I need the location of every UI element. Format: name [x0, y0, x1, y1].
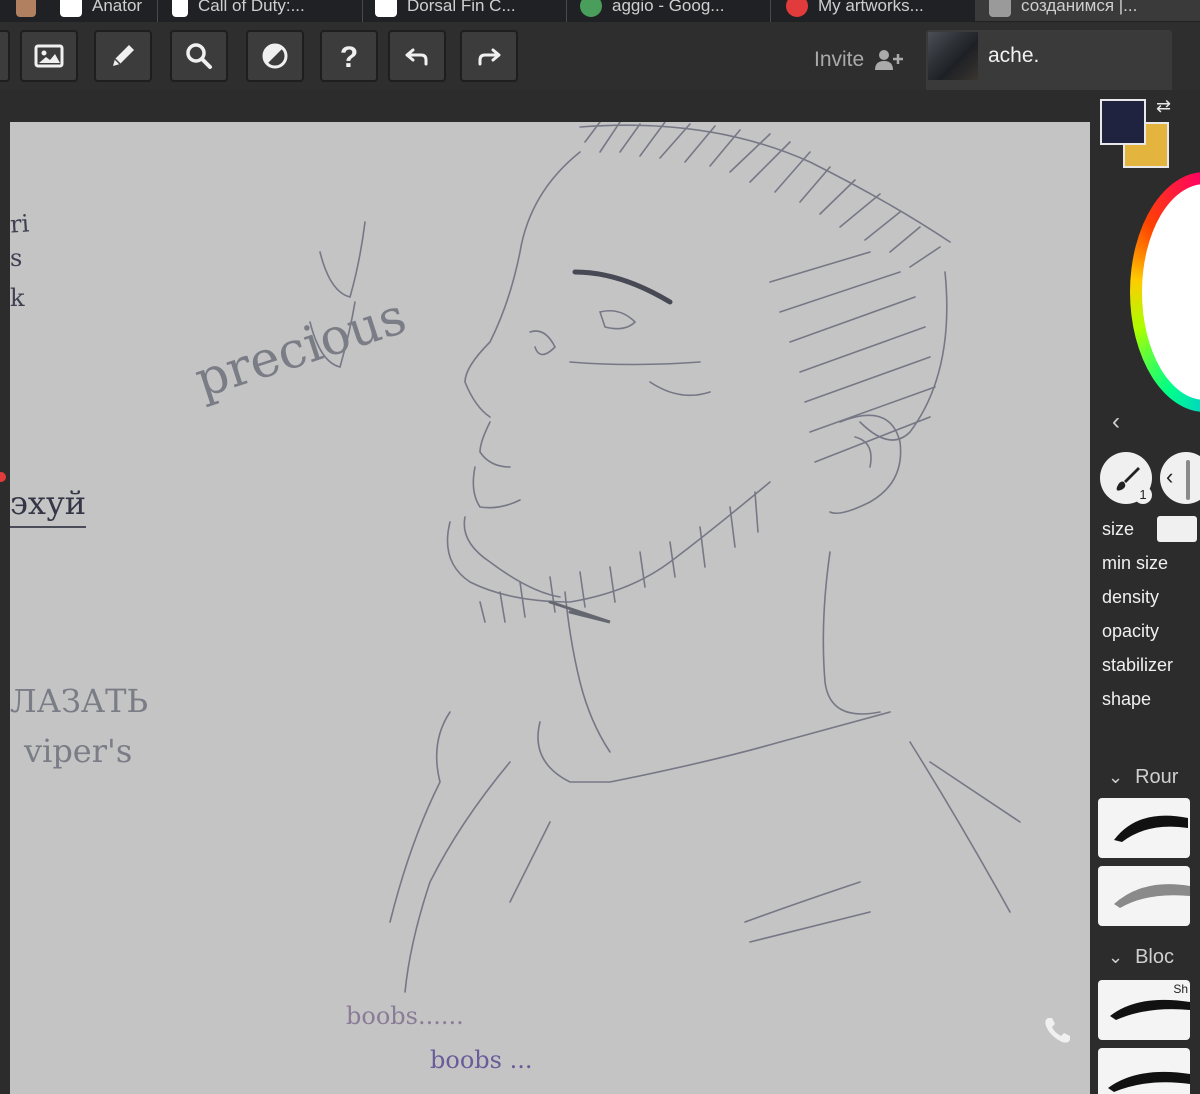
- tab-favicon: [989, 0, 1011, 17]
- avatar: [928, 32, 978, 80]
- tab-favicon: [375, 0, 397, 17]
- redo-button[interactable]: [460, 30, 518, 82]
- size-slider[interactable]: [1157, 516, 1197, 542]
- brush-group-round[interactable]: ⌄ Rour: [1108, 766, 1178, 789]
- image-icon: [34, 44, 64, 68]
- prop-size: size: [1102, 519, 1135, 539]
- tab-label: My artworks...: [818, 0, 924, 15]
- canvas-text-fragment: s: [10, 244, 23, 272]
- tool-panel: ⇄ ‹ 1 ‹ size min size density opacity st…: [1090, 90, 1200, 1094]
- prop-density: density: [1102, 587, 1160, 607]
- tab-divider: [157, 0, 158, 22]
- canvas-text-fragment: k: [10, 284, 25, 312]
- help-icon: ?: [340, 41, 358, 72]
- undo-button[interactable]: [388, 30, 446, 82]
- add-user-icon: [875, 50, 904, 70]
- brush-group-label: Rour: [1135, 766, 1179, 788]
- primary-color-swatch[interactable]: [1100, 99, 1146, 145]
- pencil-button[interactable]: [94, 30, 152, 82]
- color-wheel-center: [1142, 184, 1200, 400]
- tab-favicon: [16, 0, 36, 17]
- tab-favicon: [786, 0, 808, 17]
- canvas-text-fragment: ri: [10, 209, 31, 239]
- tab-favicon: [580, 0, 602, 17]
- tab-active[interactable]: созданимся |...: [975, 0, 1200, 21]
- canvas-text-boobs: boobs ...: [430, 1046, 533, 1074]
- brush-group-block[interactable]: ⌄ Bloc: [1108, 946, 1174, 969]
- tab-call-of-duty[interactable]: Call of Duty:...: [172, 0, 305, 21]
- invite-label: Invite: [814, 48, 865, 71]
- undo-icon: [405, 48, 428, 66]
- brush-preset[interactable]: [1098, 1048, 1190, 1094]
- canvas-text-cyrillic: эхуй: [10, 484, 87, 528]
- canvas-top-bar: [0, 90, 1090, 122]
- tab-divider: [362, 0, 363, 22]
- canvas-text-cyrillic: ЛАЗАТЬ: [10, 682, 149, 720]
- tab-label: Call of Duty:...: [198, 0, 305, 15]
- tab-label: Dorsal Fin C...: [407, 0, 516, 15]
- drawing-canvas[interactable]: ri s k precious эхуй ЛАЗАТЬ viper's boob…: [10, 122, 1090, 1094]
- svg-text:?: ?: [340, 41, 358, 72]
- user-name: ache.: [988, 44, 1040, 67]
- sketch-artwork: [309, 122, 1021, 993]
- tab-label: созданимся |...: [1021, 0, 1138, 15]
- brush-stroke-preview: [1108, 1071, 1190, 1092]
- tab-dorsal-fin[interactable]: Dorsal Fin C...: [375, 0, 516, 21]
- chevron-left-icon[interactable]: ‹: [1112, 408, 1120, 436]
- brush-stroke-preview: [1114, 884, 1190, 908]
- brush-preset[interactable]: Sh: [1098, 980, 1190, 1040]
- chevron-down-icon: ⌄: [1108, 767, 1124, 787]
- redo-icon: [478, 48, 501, 66]
- swap-colors-icon[interactable]: ⇄: [1156, 96, 1171, 117]
- call-button[interactable]: [1040, 1014, 1074, 1048]
- brush-preset[interactable]: [1098, 866, 1190, 926]
- brush-stroke-preview: [1114, 815, 1188, 842]
- prop-shape: shape: [1102, 689, 1152, 709]
- browser-tab-strip: Anator Call of Duty:... Dorsal Fin C... …: [0, 0, 1200, 22]
- help-button[interactable]: ?: [320, 30, 378, 82]
- color-wheel[interactable]: [1130, 172, 1200, 412]
- image-button[interactable]: [20, 30, 78, 82]
- prop-opacity: opacity: [1102, 621, 1160, 641]
- brush-group-label: Bloc: [1135, 946, 1174, 968]
- prop-stabilizer: stabilizer: [1102, 655, 1174, 675]
- chevron-down-icon: ⌄: [1108, 947, 1124, 967]
- panel-scrollbar[interactable]: [1186, 460, 1190, 500]
- tab-label: aggio - Goog...: [612, 0, 725, 15]
- tab-0[interactable]: [16, 0, 36, 21]
- secondary-tool-button[interactable]: ‹: [1160, 452, 1200, 504]
- toolbar-button-partial[interactable]: [0, 30, 10, 82]
- tab-anatomy[interactable]: Anator: [60, 0, 142, 21]
- tab-favicon: [60, 0, 82, 17]
- tab-google[interactable]: aggio - Goog...: [580, 0, 724, 21]
- contrast-icon: [262, 43, 288, 69]
- tab-label: Anator: [92, 0, 143, 15]
- contrast-button[interactable]: [246, 30, 304, 82]
- brush-count-badge: 1: [1134, 486, 1152, 504]
- brush-tile-label: Sh: [1173, 982, 1188, 996]
- chevron-icon: ‹: [1166, 464, 1174, 489]
- left-edge: [0, 90, 10, 1094]
- search-icon: [186, 43, 212, 69]
- prop-min-size: min size: [1102, 553, 1169, 573]
- zoom-button[interactable]: [170, 30, 228, 82]
- toolbar: ? Invite ache.: [0, 22, 1200, 108]
- phone-icon: [1045, 1018, 1070, 1043]
- canvas-text-vipers: viper's: [24, 732, 133, 770]
- tab-divider: [770, 0, 771, 22]
- pencil-icon: [113, 45, 134, 66]
- canvas-text-boobs: boobs......: [346, 1002, 464, 1030]
- invite-button[interactable]: Invite: [814, 48, 904, 72]
- tab-my-artworks[interactable]: My artworks...: [786, 0, 924, 21]
- notification-dot: [0, 472, 6, 482]
- tab-favicon: [172, 0, 188, 17]
- tab-divider: [566, 0, 567, 22]
- brush-preset[interactable]: [1098, 798, 1190, 858]
